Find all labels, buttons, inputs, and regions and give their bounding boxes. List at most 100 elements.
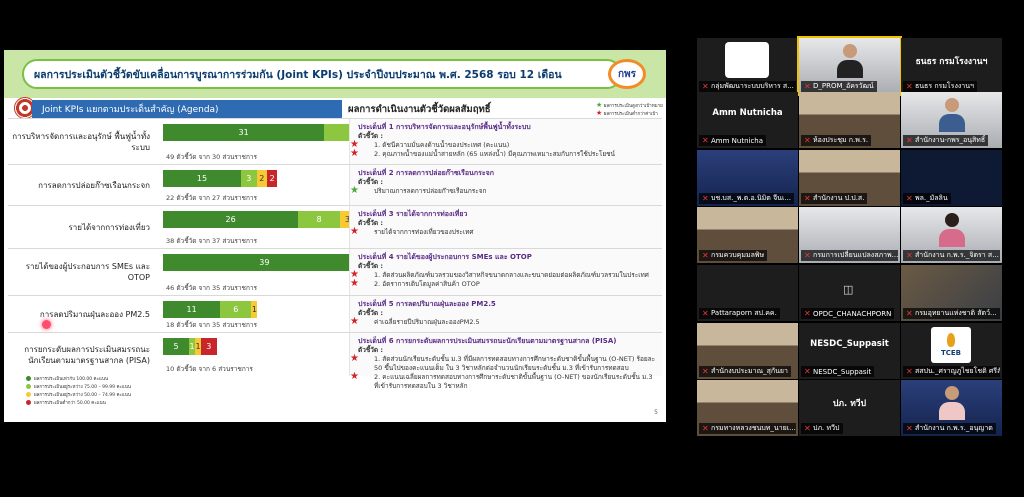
issue-title: ประเด็นที่ 5 การลดปริมาณฝุ่นละออง PM2.5 [358, 300, 496, 308]
laser-pointer [42, 320, 51, 329]
legend-dot-icon [26, 400, 31, 405]
mic-muted-icon: ✕ [702, 194, 709, 203]
participant-name: ✕ กรมทางหลวงชนบท_นายเ... [699, 423, 796, 434]
stacked-bar: 15 3 2 2 [163, 170, 278, 187]
mic-muted-icon: ✕ [702, 82, 709, 91]
shared-slide: ผลการประเมินตัวชี้วัดขับเคลื่อนการบูรณาก… [4, 50, 666, 422]
mic-muted-icon: ✕ [804, 82, 811, 91]
issue-title: ประเด็นที่ 6 การยกระดับผลการประเมินสมรรถ… [358, 337, 617, 345]
indicator-item: ★ 2. อัตราการเติบโตมูลค่าสินค้า OTOP [350, 279, 656, 289]
indicator-item: ★ 1. ดัชนีความมั่นคงด้านน้ำของประเทศ (คะแ… [350, 140, 656, 150]
red-star-icon: ★ [350, 316, 359, 327]
issue-title: ประเด็นที่ 4 รายได้ของผู้ประกอบการ SMEs … [358, 253, 532, 261]
result-detail: ประเด็นที่ 5 การลดปริมาณฝุ่นละออง PM2.5 ต… [349, 296, 662, 332]
bar-segment: 2 [266, 170, 278, 187]
participant-tile[interactable]: ✕ สำนักงาน-กพร_อนุสิทธิ์ [901, 92, 1002, 148]
participant-name: ✕ บช.บส._พ.ต.อ.นิมิต จีนเ... [699, 193, 795, 204]
mic-muted-icon: ✕ [702, 309, 709, 318]
participant-tile[interactable]: ✕ พล._มัลลิน [901, 150, 1002, 206]
participant-tile[interactable]: ✕ สำนักงาน ก.พ.ร._จิตรา ส... [901, 207, 1002, 263]
indicator-count: 22 ตัวชี้วัด จาก 27 ส่วนราชการ [166, 194, 258, 202]
indicator-count: 49 ตัวชี้วัด จาก 30 ส่วนราชการ [166, 153, 258, 161]
indicator-text: 1. ดัชนีความมั่นคงด้านน้ำของประเทศ (คะแน… [374, 141, 510, 149]
indicator-item: ★ 1. สัดส่วนนักเรียนระดับชั้น ม.3 ที่มีผล… [350, 354, 656, 373]
participant-name: ✕ กรมควบคุมมลพิษ [699, 250, 768, 261]
indicator-count: 46 ตัวชี้วัด จาก 35 ส่วนราชการ [166, 284, 258, 292]
indicator-item: ★ 1. สัดส่วนผลิตภัณฑ์มวลรวมของวิสาหกิจขนา… [350, 270, 656, 280]
participant-tile[interactable]: ✕ สำนักงบประมาณ_สุกันยา [697, 323, 798, 379]
participant-name: ✕ สำนักงบประมาณ_สุกันยา [699, 366, 791, 377]
participant-tile[interactable]: ✕ ห้องประชุม ก.พ.ร. [799, 92, 900, 148]
mic-muted-icon: ✕ [804, 194, 811, 203]
mic-muted-icon: ✕ [906, 424, 913, 433]
indicator-text: ปริมาณการลดการปล่อยก๊าซเรือนกระจก [374, 187, 487, 195]
red-star-icon: ★ [350, 353, 359, 364]
bar-segment: 5 [163, 338, 189, 355]
red-star-icon: ★ [350, 148, 359, 159]
red-star-icon: ★ [350, 226, 359, 237]
participant-tile-active-speaker[interactable]: ✕ D_PROM_อัครวัฒน์ [797, 36, 902, 96]
mic-muted-icon: ✕ [702, 251, 709, 260]
issue-title: ประเด็นที่ 1 การบริหารจัดการและอนุรักษ์พ… [358, 123, 531, 131]
bar-segment: 2 [256, 170, 267, 187]
indicator-item: ★ ปริมาณการลดการปล่อยก๊าซเรือนกระจก [350, 186, 656, 196]
slide-title: ผลการประเมินตัวชี้วัดขับเคลื่อนการบูรณาก… [22, 59, 622, 89]
legend-dot-icon [26, 376, 31, 381]
participant-tile[interactable]: TCEB ✕สสปน._ศราญภูไชยโชติ ศรีสัตย์... [901, 323, 1002, 379]
participant-tile[interactable]: ธนธร กรมโรงงานฯ ✕ ธนธร กรมโรงงานฯ [901, 38, 1002, 94]
participant-name: ✕ D_PROM_อัครวัฒน์ [801, 81, 877, 92]
participant-video [939, 386, 965, 420]
stacked-bar: 11 6 1 [163, 301, 258, 318]
participant-tile[interactable]: ◫ ✕ OPDC_CHANACHPORN [799, 265, 900, 321]
participant-name: ✕ กรมอุทยานแห่งชาติ สัตว์... [903, 308, 1000, 319]
indicator-count: 38 ตัวชี้วัด จาก 37 ส่วนราชการ [166, 237, 258, 245]
mic-muted-icon: ✕ [906, 136, 913, 145]
participant-tile[interactable]: ✕ กรมทางหลวงชนบท_นายเ... [697, 380, 798, 436]
indicator-count: 10 ตัวชี้วัด จาก 6 ส่วนราชการ [166, 365, 253, 373]
participant-tile[interactable]: ✕ กลุ่มพัฒนาระบบบริหาร ส... [697, 38, 798, 94]
participant-name: ✕ สำนักงาน ก.พ.ร._จิตรา ส... [903, 250, 1000, 261]
participant-tile[interactable]: ✕ Pattaraporn สป.คค. [697, 265, 798, 321]
page-number: 5 [654, 409, 658, 416]
participant-video [939, 98, 965, 132]
participant-name: ✕ พล._มัลลิน [903, 193, 951, 204]
mic-muted-icon: ✕ [804, 309, 811, 318]
result-detail: ประเด็นที่ 4 รายได้ของผู้ประกอบการ SMEs … [349, 249, 662, 295]
agenda-label: การบริหารจัดการและอนุรักษ์ พื้นฟูน้ำทั้ง… [12, 131, 150, 152]
mic-muted-icon: ✕ [702, 367, 709, 376]
legend-dot-icon [26, 392, 31, 397]
red-star-icon: ★ [596, 109, 603, 117]
participant-tile[interactable]: ✕ กรมอุทยานแห่งชาติ สัตว์... [901, 265, 1002, 321]
participant-tile[interactable]: NESDC_Suppasit ✕ NESDC_Suppasit [799, 323, 900, 379]
participant-tile[interactable]: ปภ. ทวีป ✕ ปภ. ทวีป [799, 380, 900, 436]
participant-tile[interactable]: ✕ บช.บส._พ.ต.อ.นิมิต จีนเ... [697, 150, 798, 206]
participant-name: ✕ สำนักงาน-กพร_อนุสิทธิ์ [903, 135, 989, 146]
participant-name: ✕ สำนักงาน ก.พ.ร._อนุญาต [903, 423, 996, 434]
bar-segment: 1 [251, 301, 258, 318]
result-detail: ประเด็นที่ 1 การบริหารจัดการและอนุรักษ์พ… [349, 119, 662, 164]
result-detail: ประเด็นที่ 2 การลดการปล่อยก๊าซเรือนกระจก… [349, 165, 662, 205]
indicator-text: 1. สัดส่วนนักเรียนระดับชั้น ม.3 ที่มีผลก… [374, 355, 656, 372]
red-star-icon: ★ [350, 278, 359, 289]
indicator-text: รายได้จากการท่องเที่ยวของประเทศ [374, 228, 474, 236]
participant-tile[interactable]: ✕ กรมควบคุมมลพิษ [697, 207, 798, 263]
participant-name: ✕ กลุ่มพัฒนาระบบบริหาร ส... [699, 81, 796, 92]
indicator-text: 2. คุณภาพน้ำของแม่น้ำสายหลัก (65 แหล่งน้… [374, 150, 615, 158]
red-star-icon: ★ [350, 371, 359, 382]
bar-segment: 15 [163, 170, 241, 187]
participant-tile[interactable]: Amm Nutnicha ✕ Amm Nutnicha [697, 92, 798, 148]
stacked-bar: 26831 [163, 211, 362, 228]
participant-name: ✕ สำนักงาน ป.ป.ส. [801, 193, 868, 204]
kpi-row: การบริหารจัดการและอนุรักษ์ พื้นฟูน้ำทั้ง… [8, 118, 662, 164]
participant-video [939, 213, 965, 247]
indicator-heading: ตัวชี้วัด : [358, 132, 384, 140]
bar-segment: 6 [220, 301, 252, 318]
participant-display-name: NESDC_Suppasit [810, 339, 889, 349]
avatar [725, 42, 769, 78]
participant-tile[interactable]: ✕ สำนักงาน ก.พ.ร._อนุญาต [901, 380, 1002, 436]
camera-off-icon: ◫ [843, 283, 854, 296]
participant-video [837, 44, 863, 78]
mic-muted-icon: ✕ [804, 136, 811, 145]
participant-tile[interactable]: ✕ สำนักงาน ป.ป.ส. [799, 150, 900, 206]
participant-tile[interactable]: ✕ กรมการเปลี่ยนแปลงสภาพ... [799, 207, 900, 263]
